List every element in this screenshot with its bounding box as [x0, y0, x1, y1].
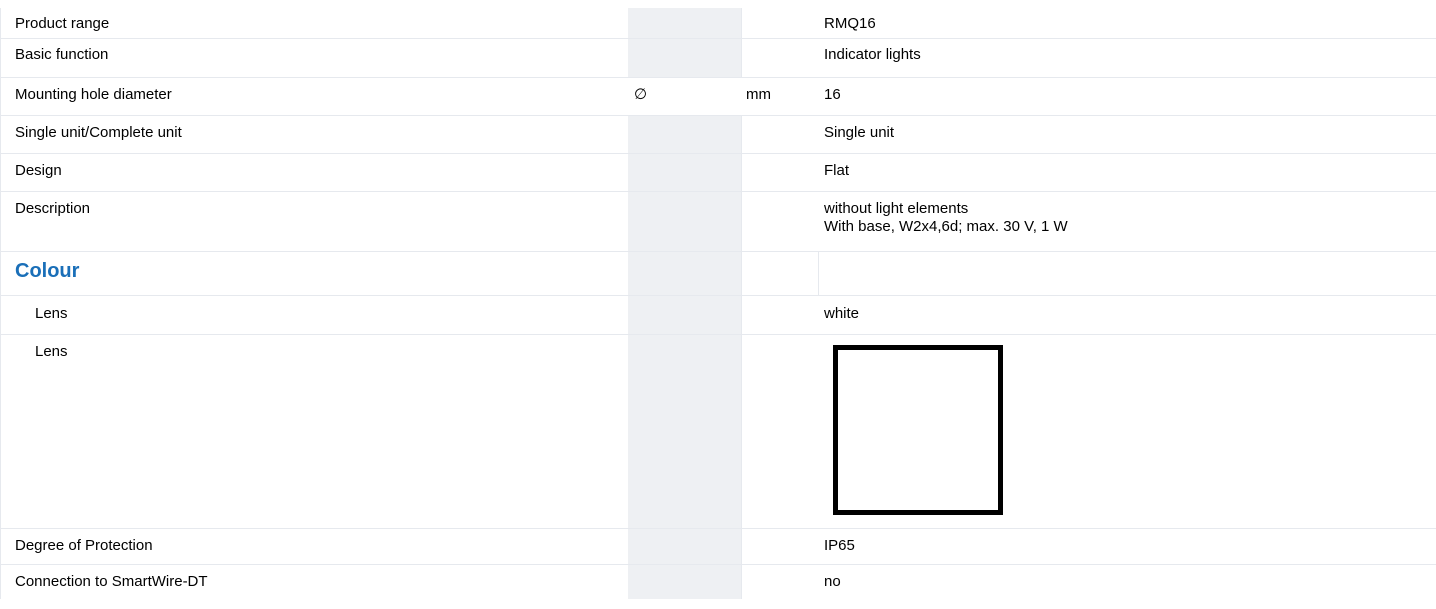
row-description: Description without light elements With … — [0, 192, 1436, 252]
unit-cell — [742, 252, 818, 295]
row-basic-function: Basic function Indicator lights — [0, 39, 1436, 78]
unit-cell — [742, 296, 818, 334]
unit-cell — [742, 565, 818, 599]
symbol-cell — [628, 154, 742, 191]
value-lens: white — [824, 305, 860, 322]
label-degree-protection: Degree of Protection — [0, 529, 628, 564]
label-smartwire: Connection to SmartWire-DT — [0, 565, 628, 599]
unit-cell — [742, 529, 818, 564]
row-single-unit: Single unit/Complete unit Single unit — [0, 116, 1436, 154]
symbol-cell — [628, 529, 742, 564]
unit-cell — [742, 116, 818, 153]
lens-colour-swatch — [833, 345, 1003, 515]
value-single-unit: Single unit — [824, 124, 895, 141]
label-lens-swatch: Lens — [0, 335, 628, 528]
cut-off-heading — [14, 0, 20, 6]
diameter-symbol: ∅ — [634, 86, 648, 103]
unit-cell — [742, 8, 818, 38]
value-smartwire: no — [824, 573, 841, 590]
label-lens: Lens — [0, 296, 628, 334]
symbol-cell — [628, 296, 742, 334]
value-mounting-hole: 16 — [824, 86, 841, 103]
description-line-2: With base, W2x4,6d; max. 30 V, 1 W — [824, 218, 1068, 235]
unit-cell — [742, 39, 818, 77]
value-description: without light elements With base, W2x4,6… — [818, 192, 1436, 251]
symbol-cell — [628, 252, 742, 295]
value-empty — [818, 252, 1436, 295]
row-degree-protection: Degree of Protection IP65 — [0, 529, 1436, 565]
row-smartwire: Connection to SmartWire-DT no — [0, 565, 1436, 599]
row-lens-colour: Lens white — [0, 296, 1436, 335]
unit-mm: mm — [746, 86, 771, 103]
unit-cell — [742, 192, 818, 251]
symbol-cell — [628, 192, 742, 251]
label-single-unit: Single unit/Complete unit — [0, 116, 628, 153]
label-product-range: Product range — [0, 8, 628, 38]
symbol-cell — [628, 39, 742, 77]
label-design: Design — [0, 154, 628, 191]
row-mounting-hole: Mounting hole diameter ∅ mm 16 — [0, 78, 1436, 116]
section-title-colour: Colour — [0, 252, 628, 295]
label-basic-function: Basic function — [0, 39, 628, 77]
value-degree-protection: IP65 — [824, 537, 855, 554]
value-lens-swatch — [818, 335, 1436, 528]
symbol-cell — [628, 116, 742, 153]
row-design: Design Flat — [0, 154, 1436, 192]
symbol-cell — [628, 565, 742, 599]
row-lens-swatch: Lens — [0, 335, 1436, 529]
unit-cell — [742, 335, 818, 528]
value-product-range: RMQ16 — [824, 15, 876, 32]
symbol-cell — [628, 8, 742, 38]
row-colour-heading: Colour — [0, 252, 1436, 296]
description-line-1: without light elements — [824, 200, 969, 217]
spec-table: Product range RMQ16 Basic function Indic… — [0, 8, 1436, 599]
label-mounting-hole: Mounting hole diameter — [0, 78, 628, 115]
value-basic-function: Indicator lights — [824, 46, 921, 63]
value-design: Flat — [824, 162, 850, 179]
row-product-range: Product range RMQ16 — [0, 8, 1436, 39]
unit-cell — [742, 154, 818, 191]
label-description: Description — [0, 192, 628, 251]
symbol-cell — [628, 335, 742, 528]
